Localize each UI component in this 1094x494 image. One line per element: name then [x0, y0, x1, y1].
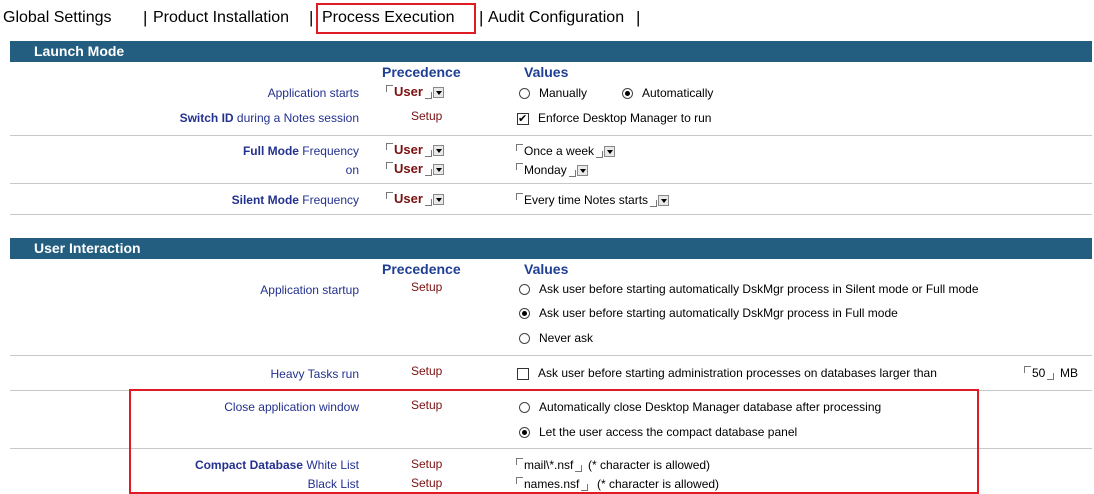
silent-mode-frequency-label: Silent Mode Frequency — [231, 193, 359, 207]
application-starts-precedence[interactable]: User — [386, 84, 444, 100]
dropdown-arrow-icon[interactable] — [604, 146, 616, 158]
checkbox-checked-icon[interactable] — [517, 111, 529, 127]
radio-label: Manually — [539, 86, 588, 100]
tab-separator: | — [636, 8, 641, 27]
field-close-bracket — [424, 92, 432, 99]
full-mode-precedence[interactable]: User — [386, 142, 444, 158]
application-starts-label: Application starts — [267, 86, 359, 100]
heavy-tasks-size-field[interactable]: 50 — [1024, 365, 1055, 381]
radio-label: Never ask — [539, 331, 594, 345]
silent-mode-precedence[interactable]: User — [386, 191, 444, 207]
field-open-bracket — [386, 85, 393, 92]
tab-global-settings[interactable]: Global Settings — [3, 8, 112, 28]
values-header: Values — [524, 261, 569, 277]
section-header-user-interaction: User Interaction — [10, 238, 1092, 259]
full-mode-day-select[interactable]: Monday — [516, 162, 588, 178]
checkbox-icon[interactable] — [517, 367, 529, 380]
highlight-box — [129, 389, 979, 494]
checkbox-label: Enforce Desktop Manager to run — [538, 111, 712, 125]
application-startup-label: Application startup — [260, 283, 359, 297]
field-close-bracket — [424, 199, 432, 206]
dropdown-arrow-icon[interactable] — [432, 194, 444, 206]
heavy-tasks-unit: MB — [1060, 366, 1078, 380]
field-close-bracket — [1047, 373, 1055, 380]
heavy-tasks-checkbox[interactable]: Ask user before starting administration … — [517, 365, 937, 381]
divider — [10, 135, 1092, 136]
full-mode-on-precedence[interactable]: User — [386, 161, 444, 177]
heavy-tasks-label: Heavy Tasks run — [270, 367, 359, 381]
radio-startup-silent-or-full[interactable]: Ask user before starting automatically D… — [519, 281, 979, 297]
radio-startup-full-mode[interactable]: Ask user before starting automatically D… — [519, 305, 898, 321]
section-header-launch-mode: Launch Mode — [10, 41, 1092, 62]
precedence-header: Precedence — [382, 261, 461, 277]
dropdown-arrow-icon[interactable] — [432, 164, 444, 176]
select-value: Once a week — [524, 144, 595, 158]
radio-label: Ask user before starting automatically D… — [539, 282, 979, 296]
radio-manually[interactable]: Manually — [519, 85, 587, 101]
size-value: 50 — [1032, 366, 1046, 380]
active-tab-highlight — [316, 3, 476, 34]
tab-separator: | — [143, 8, 148, 27]
tab-bar: Global Settings | Product Installation |… — [0, 0, 1094, 38]
field-close-bracket — [424, 150, 432, 157]
field-close-bracket — [424, 169, 432, 176]
heavy-tasks-precedence: Setup — [411, 364, 443, 378]
field-open-bracket — [516, 193, 523, 200]
field-close-bracket — [596, 151, 604, 158]
field-close-bracket — [650, 200, 658, 207]
field-open-bracket — [1024, 366, 1031, 373]
radio-startup-never-ask[interactable]: Never ask — [519, 330, 593, 346]
full-mode-on-label: on — [345, 163, 359, 177]
precedence-value: User — [394, 161, 423, 176]
dropdown-arrow-icon[interactable] — [432, 87, 444, 99]
silent-mode-frequency-select[interactable]: Every time Notes starts — [516, 192, 670, 208]
radio-label: Automatically — [642, 86, 714, 100]
precedence-value: User — [394, 84, 423, 99]
divider — [10, 183, 1092, 184]
field-close-bracket — [568, 170, 576, 177]
switch-id-label: Switch ID during a Notes session — [179, 111, 359, 125]
radio-selected-icon[interactable] — [622, 88, 633, 100]
radio-automatically[interactable]: Automatically — [622, 85, 713, 101]
field-open-bracket — [386, 143, 393, 150]
dropdown-arrow-icon[interactable] — [576, 165, 588, 177]
divider — [10, 355, 1092, 356]
checkbox-label: Ask user before starting administration … — [538, 366, 937, 380]
select-value: Monday — [524, 163, 567, 177]
precedence-header: Precedence — [382, 64, 461, 80]
dropdown-arrow-icon[interactable] — [432, 145, 444, 157]
radio-label: Ask user before starting automatically D… — [539, 306, 898, 320]
field-open-bracket — [516, 144, 523, 151]
radio-icon[interactable] — [519, 333, 530, 345]
enforce-desktop-manager-checkbox[interactable]: Enforce Desktop Manager to run — [517, 110, 712, 127]
precedence-value: User — [394, 142, 423, 157]
field-open-bracket — [386, 162, 393, 169]
full-mode-frequency-select[interactable]: Once a week — [516, 143, 616, 159]
precedence-value: User — [394, 191, 423, 206]
tab-separator: | — [309, 8, 314, 27]
switch-id-precedence: Setup — [411, 109, 443, 123]
full-mode-frequency-label: Full Mode Frequency — [242, 144, 359, 158]
radio-selected-icon[interactable] — [519, 308, 530, 320]
tab-audit-configuration[interactable]: Audit Configuration — [488, 8, 624, 28]
radio-icon[interactable] — [519, 284, 530, 296]
application-startup-precedence: Setup — [411, 280, 443, 294]
field-open-bracket — [386, 192, 393, 199]
dropdown-arrow-icon[interactable] — [658, 195, 670, 207]
field-open-bracket — [516, 163, 523, 170]
tab-product-installation[interactable]: Product Installation — [153, 8, 289, 28]
select-value: Every time Notes starts — [524, 193, 649, 207]
values-header: Values — [524, 64, 569, 80]
tab-separator: | — [479, 8, 484, 27]
radio-icon[interactable] — [519, 88, 530, 100]
divider — [10, 214, 1092, 215]
